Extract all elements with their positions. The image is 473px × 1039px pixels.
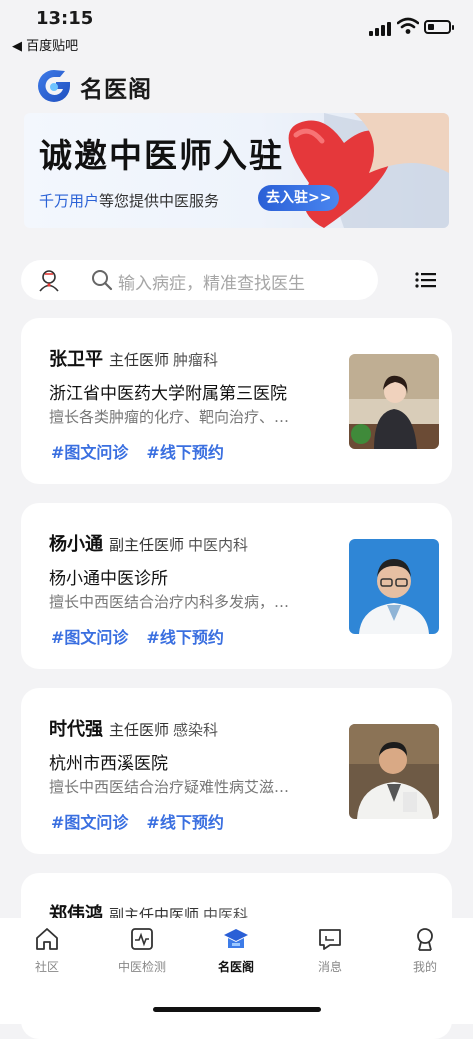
banner-subtitle-text: 等您提供中医服务 bbox=[99, 192, 220, 210]
home-icon bbox=[36, 928, 58, 950]
search-icon bbox=[92, 270, 113, 291]
doctor-skill: 擅长中西医结合治疗内科多发病，… bbox=[49, 593, 290, 611]
app-title: 名医阁 bbox=[80, 77, 152, 103]
doctor-photo bbox=[349, 354, 439, 449]
banner-subtitle: 千万用户等您提供中医服务 bbox=[39, 190, 219, 211]
doctor-name: 张卫平 主任医师 肿瘤科 bbox=[49, 345, 218, 371]
doctor-hospital: 杨小通中医诊所 bbox=[49, 569, 168, 589]
search-bar[interactable]: 输入病症，精准查找医生 bbox=[21, 260, 378, 300]
status-time: 13:15 bbox=[36, 8, 94, 29]
list-menu-icon[interactable] bbox=[415, 270, 437, 290]
join-button[interactable]: 去入驻>> bbox=[258, 185, 340, 211]
nav-item-tcm-detect[interactable]: 中医检测 bbox=[102, 926, 182, 975]
signal-icon bbox=[369, 20, 393, 36]
join-banner[interactable]: 诚邀中医师入驻 千万用户等您提供中医服务 去入驻>> bbox=[24, 113, 449, 228]
battery-icon bbox=[424, 20, 454, 34]
doctor-skill: 擅长中西医结合治疗疑难性病艾滋… bbox=[49, 778, 290, 796]
nav-item-profile[interactable]: 我的 bbox=[385, 926, 465, 975]
doctor-avatar-icon[interactable] bbox=[37, 268, 61, 292]
doctor-title: 副主任医师 bbox=[109, 536, 185, 554]
tag-appointment[interactable]: #线下预约 bbox=[146, 443, 223, 462]
tag-consult[interactable]: #图文问诊 bbox=[51, 443, 128, 462]
doctor-name-text: 杨小通 bbox=[49, 534, 103, 555]
tag-appointment[interactable]: #线下预约 bbox=[146, 628, 223, 647]
search-input[interactable]: 输入病症，精准查找医生 bbox=[118, 269, 305, 294]
message-icon bbox=[319, 929, 341, 950]
tag-consult[interactable]: #图文问诊 bbox=[51, 813, 128, 832]
doctor-name-text: 张卫平 bbox=[49, 349, 103, 370]
nav-item-messages[interactable]: 消息 bbox=[290, 926, 370, 975]
doctor-card[interactable]: 张卫平 主任医师 肿瘤科 浙江省中医药大学附属第三医院 擅长各类肿瘤的化疗、靶向治疗… bbox=[21, 318, 452, 484]
back-to-app-link[interactable]: ◀ 百度贴吧 bbox=[12, 35, 78, 54]
doctor-name: 时代强 主任医师 感染科 bbox=[49, 715, 218, 741]
doctor-dept: 中医内科 bbox=[188, 536, 249, 554]
profile-icon bbox=[417, 928, 433, 951]
doctor-dept: 肿瘤科 bbox=[173, 351, 219, 369]
doctor-title: 主任医师 bbox=[109, 721, 170, 739]
home-indicator[interactable] bbox=[153, 1007, 321, 1012]
doctor-photo bbox=[349, 539, 439, 634]
nav-label: 名医阁 bbox=[217, 960, 254, 974]
pulse-icon bbox=[131, 928, 153, 950]
banner-highlight: 千万用户 bbox=[39, 192, 100, 210]
doctor-hospital: 杭州市西溪医院 bbox=[49, 754, 168, 774]
doctor-hat-icon bbox=[224, 929, 248, 948]
doctor-skill: 擅长各类肿瘤的化疗、靶向治疗、… bbox=[49, 408, 290, 426]
doctor-dept: 感染科 bbox=[173, 721, 219, 739]
doctor-card[interactable]: 杨小通 副主任医师 中医内科 杨小通中医诊所 擅长中西医结合治疗内科多发病，… #图… bbox=[21, 503, 452, 669]
nav-item-doctors[interactable]: 名医阁 bbox=[196, 926, 276, 975]
status-bar: 13:15 ◀ 百度贴吧 bbox=[0, 0, 473, 56]
doctor-title: 主任医师 bbox=[109, 351, 170, 369]
tag-consult[interactable]: #图文问诊 bbox=[51, 628, 128, 647]
doctor-name: 杨小通 副主任医师 中医内科 bbox=[49, 530, 248, 556]
nav-label: 社区 bbox=[34, 960, 59, 974]
nav-item-community[interactable]: 社区 bbox=[7, 926, 87, 975]
doctor-hospital: 浙江省中医药大学附属第三医院 bbox=[49, 384, 287, 404]
banner-title: 诚邀中医师入驻 bbox=[39, 136, 284, 175]
tag-appointment[interactable]: #线下预约 bbox=[146, 813, 223, 832]
nav-label: 中医检测 bbox=[117, 960, 166, 974]
doctor-name-text: 时代强 bbox=[49, 719, 103, 740]
wifi-icon bbox=[397, 17, 419, 34]
doctor-photo bbox=[349, 724, 439, 819]
app-logo-icon bbox=[38, 70, 70, 102]
nav-label: 消息 bbox=[317, 960, 342, 974]
nav-label: 我的 bbox=[412, 960, 437, 974]
doctor-card[interactable]: 时代强 主任医师 感染科 杭州市西溪医院 擅长中西医结合治疗疑难性病艾滋… #图文问… bbox=[21, 688, 452, 854]
